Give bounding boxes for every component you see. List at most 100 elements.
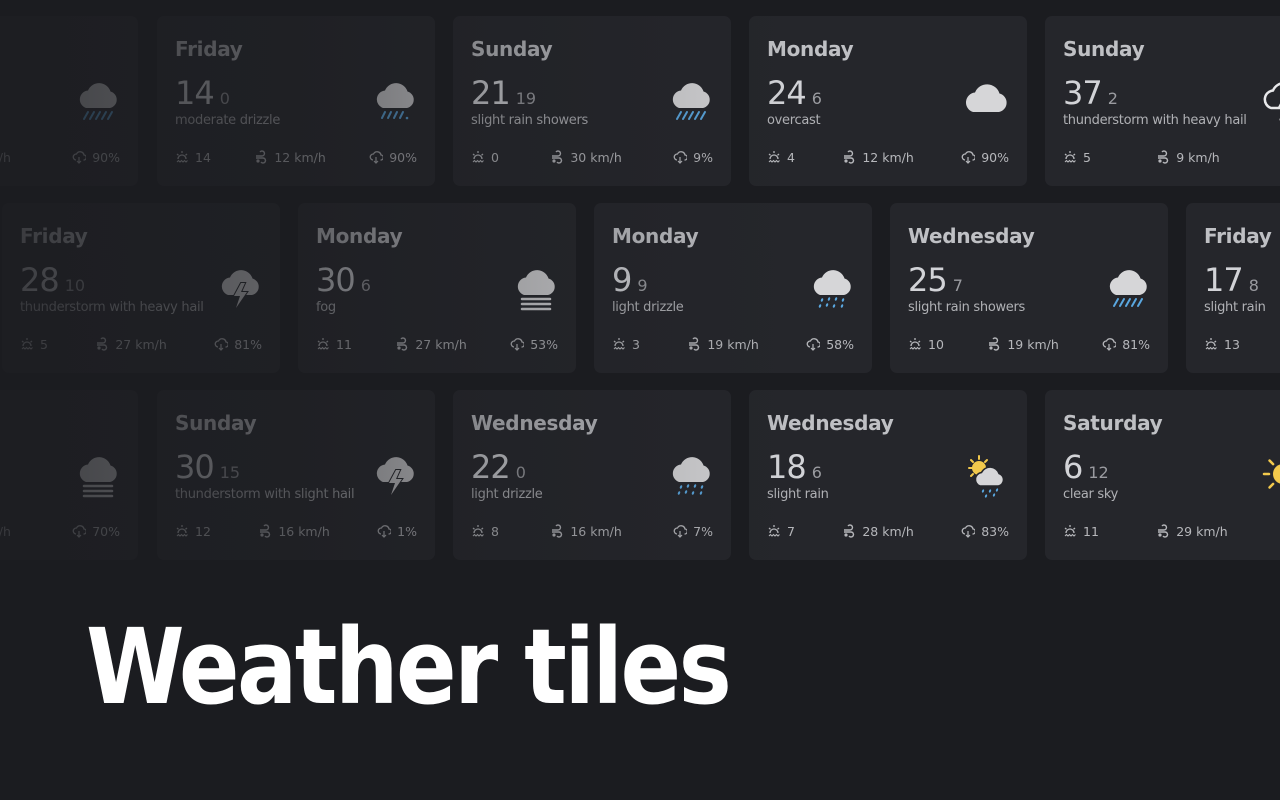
weather-tile[interactable]: Friday 28 10 thunderstorm with heavy hail… — [2, 203, 280, 373]
uv-index-stat: 8 — [471, 524, 499, 539]
wind-value: 30 km/h — [570, 149, 622, 165]
precipitation-value: 81% — [1122, 336, 1150, 352]
tile-temp-min: 0 — [515, 463, 526, 482]
wind-stat: km/h — [0, 524, 11, 539]
wind-icon — [258, 524, 272, 538]
wind-icon — [254, 150, 268, 164]
wind-icon — [550, 150, 564, 164]
tile-temp-max: 28 — [20, 261, 60, 299]
wind-value: 19 km/h — [707, 336, 759, 352]
wind-icon — [842, 150, 856, 164]
wind-stat: 27 km/h — [395, 337, 467, 352]
wind-value: 12 km/h — [274, 149, 326, 165]
tile-stats: 7 28 km/h 83% — [767, 522, 1009, 540]
precipitation-cloud-icon — [510, 337, 525, 351]
tile-description: slight rain showers — [908, 300, 1026, 315]
precipitation-stat: 90% — [369, 150, 417, 165]
precipitation-stat: 81% — [214, 337, 262, 352]
weather-tile[interactable]: Sunday km/h 90% — [0, 16, 138, 186]
weather-tile[interactable]: Wednesday 25 7 slight rain showers 10 19 … — [890, 203, 1168, 373]
tile-temp-min: 9 — [637, 276, 648, 295]
weather-tile[interactable]: Monday 24 6 overcast 4 12 km/h 90% — [749, 16, 1027, 186]
tile-temp-max: 17 — [1204, 261, 1244, 299]
wind-stat: 29 km/h — [1156, 523, 1228, 539]
tile-temps: 14 0 — [175, 74, 230, 112]
wind-icon — [550, 524, 564, 538]
uv-sun-icon — [471, 150, 485, 164]
weather-tile[interactable]: Wednesday 18 6 slight rain 7 28 km/h 83% — [749, 390, 1027, 560]
tile-row-1: Sunday km/h 90% Friday 140 moderate driz… — [0, 16, 1280, 186]
wind-stat: 16 km/h — [258, 523, 330, 539]
rain-showers-icon — [72, 74, 124, 126]
wind-stat: 19 km/h — [687, 336, 759, 352]
rain-showers-icon — [1102, 261, 1154, 313]
wind-stat: 16 km/h — [550, 524, 622, 539]
precipitation-value: 83% — [981, 523, 1009, 539]
precipitation-value: 70% — [92, 523, 120, 539]
weather-tile[interactable]: Saturday 6 12 clear sky 11 29 km/h — [1045, 390, 1280, 560]
wind-icon — [1156, 150, 1170, 164]
tile-day: Wednesday — [767, 411, 894, 435]
tile-description: moderate drizzle — [175, 113, 281, 128]
tile-stats: 5 27 km/h 81% — [20, 335, 262, 353]
wind-value: 27 km/h — [115, 336, 167, 352]
tile-description: thunderstorm with slight hail — [175, 487, 355, 502]
tile-description: thunderstorm with heavy hail — [1063, 113, 1247, 128]
precipitation-value: 81% — [234, 336, 262, 352]
tile-temps: 21 19 — [471, 74, 536, 112]
weather-tile[interactable]: Monday 30 6 fog 11 27 km/h 53% — [298, 203, 576, 373]
precipitation-value: 90% — [389, 149, 417, 165]
tile-temps: 30 6 — [316, 261, 371, 299]
tile-temps: 28 10 — [20, 261, 85, 299]
weather-tile[interactable]: Monday 99 light drizzle 3 19 km/h 58% — [594, 203, 872, 373]
tile-day: Saturday — [1063, 411, 1163, 435]
tile-day: Monday — [767, 37, 854, 61]
tile-temp-max: 21 — [471, 74, 511, 112]
tile-temp-min: 6 — [811, 89, 822, 108]
uv-value: 0 — [491, 149, 499, 165]
wind-stat: 9 km/h — [1156, 150, 1220, 165]
weather-tile[interactable]: Wednesday 22 0 light drizzle 8 16 km/h 7% — [453, 390, 731, 560]
weather-tile[interactable]: Friday 17 8 slight rain 13 — [1186, 203, 1280, 373]
tile-temps: 6 12 — [1063, 448, 1109, 486]
weather-tile[interactable]: Sunday 30 15 thunderstorm with slight hai… — [157, 390, 435, 560]
wind-value: km/h — [0, 149, 11, 165]
wind-value: 16 km/h — [278, 523, 330, 539]
tile-row-3: km/h 70% Sunday 3015 thunderstorm with s… — [0, 390, 1280, 560]
tile-day: Monday — [612, 224, 699, 248]
precipitation-stat: 53% — [510, 337, 558, 352]
uv-value: 13 — [1224, 336, 1240, 352]
wind-value: km/h — [0, 523, 11, 539]
tile-temps: 37 2 — [1063, 74, 1118, 112]
thunderstorm-icon — [369, 448, 421, 500]
uv-value: 4 — [787, 149, 795, 165]
tile-stats: 13 — [1204, 335, 1280, 353]
tile-day: Monday — [316, 224, 403, 248]
wind-value: 29 km/h — [1176, 523, 1228, 539]
tile-temp-max: 22 — [471, 448, 511, 486]
weather-tile[interactable]: Sunday 37 2 thunderstorm with heavy hail … — [1045, 16, 1280, 186]
weather-tile[interactable]: Friday 14 0 moderate drizzle 14 12 km/h 9… — [157, 16, 435, 186]
tile-description: slight rain — [767, 487, 829, 502]
precipitation-value: 90% — [92, 149, 120, 165]
weather-tile[interactable]: km/h 70% — [0, 390, 138, 560]
uv-index-stat: 0 — [471, 150, 499, 165]
uv-index-stat: 5 — [20, 337, 48, 352]
tile-stats: 11 27 km/h 53% — [316, 335, 558, 353]
fog-icon — [510, 261, 562, 313]
tile-temps: 99 — [612, 261, 648, 299]
weather-tile[interactable]: Sunday 21 19 slight rain showers 0 30 km/… — [453, 16, 731, 186]
tile-temps: 18 6 — [767, 448, 822, 486]
overcast-icon — [961, 74, 1013, 126]
tile-stats: 3 19 km/h 58% — [612, 335, 854, 353]
uv-value: 14 — [195, 149, 211, 165]
uv-sun-icon — [908, 337, 922, 351]
uv-index-stat: 12 — [175, 524, 211, 539]
tile-day: Friday — [20, 224, 88, 248]
drizzle-icon — [806, 261, 858, 313]
tile-description: clear sky — [1063, 487, 1119, 502]
uv-sun-icon — [612, 337, 626, 351]
tile-day: Friday — [1204, 224, 1272, 248]
tile-temp-max: 30 — [175, 448, 215, 486]
precipitation-cloud-icon — [806, 337, 821, 351]
